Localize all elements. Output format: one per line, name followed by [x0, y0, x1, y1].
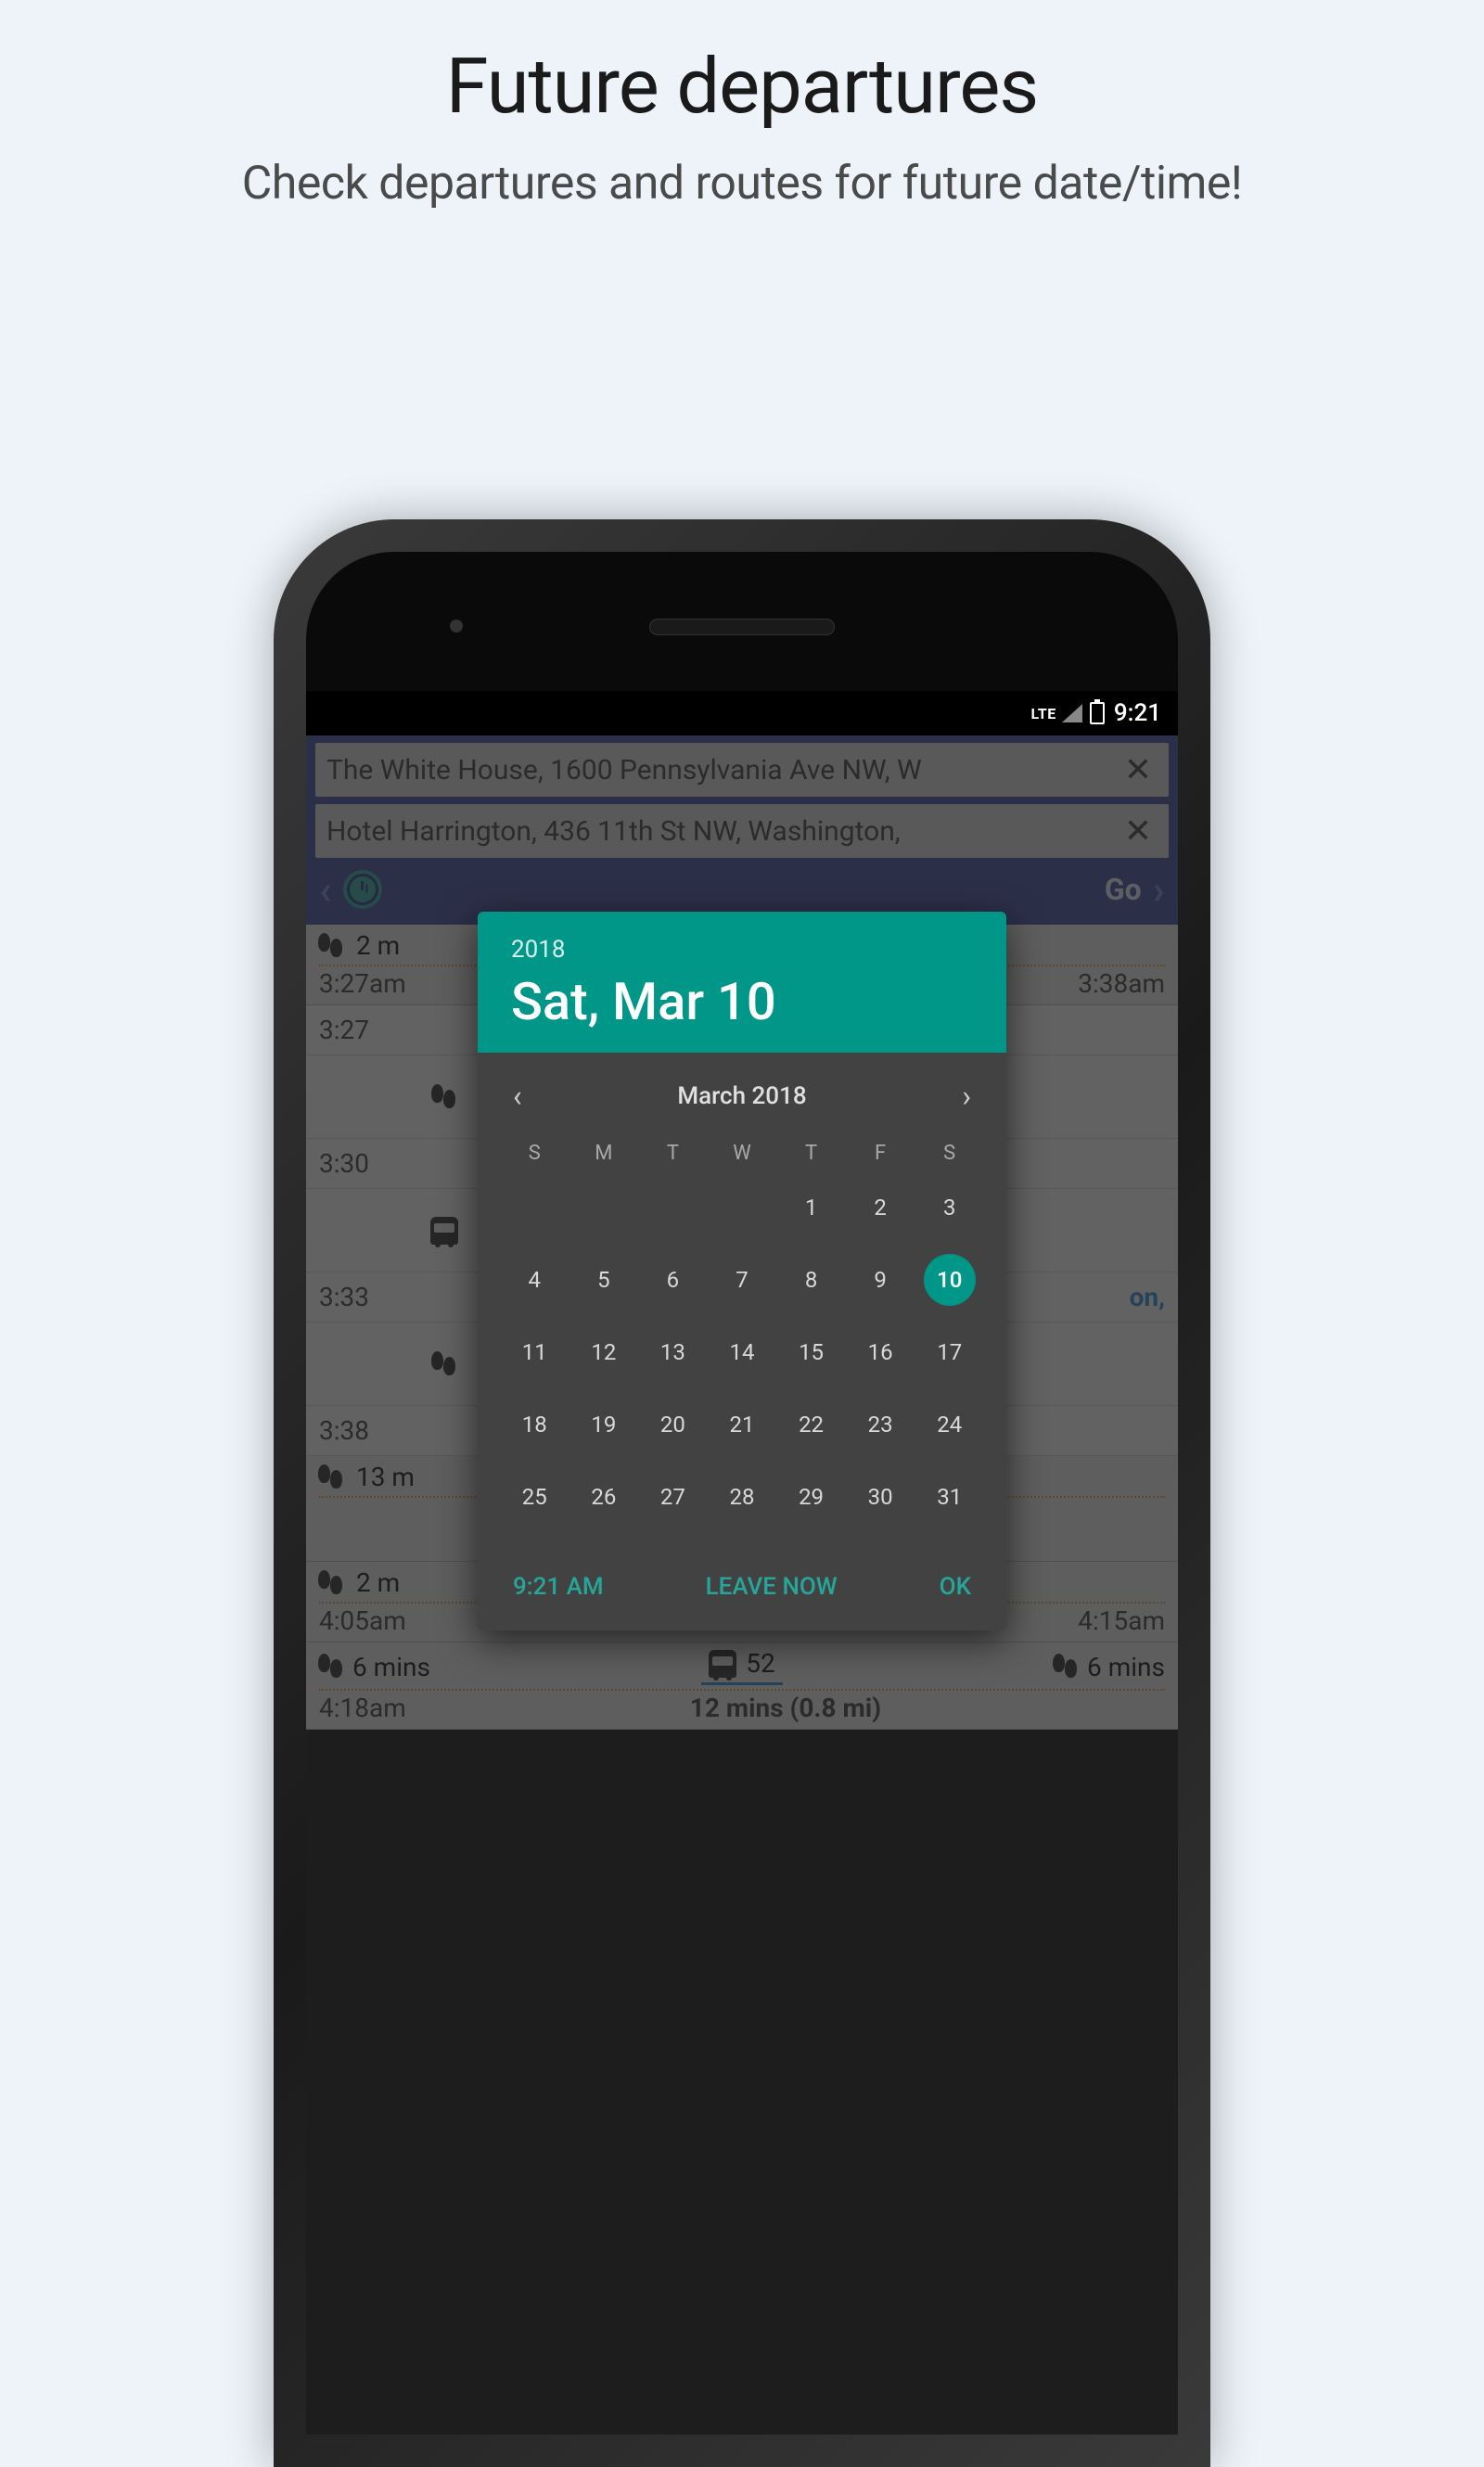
calendar-day[interactable]: 19	[569, 1397, 639, 1452]
calendar-day[interactable]: 6	[638, 1252, 708, 1308]
calendar-day[interactable]: 26	[569, 1469, 639, 1525]
weekday-label: W	[708, 1142, 777, 1165]
status-time: 9:21	[1114, 699, 1161, 727]
empty-day	[638, 1180, 708, 1235]
calendar-day[interactable]: 8	[776, 1252, 846, 1308]
calendar-day[interactable]: 1	[776, 1180, 846, 1235]
picker-selected-date: Sat, Mar 10	[511, 971, 973, 1032]
empty-day	[569, 1180, 639, 1235]
calendar-day[interactable]: 7	[708, 1252, 777, 1308]
calendar-month: March 2018	[677, 1082, 806, 1110]
calendar-day[interactable]: 23	[846, 1397, 915, 1452]
prev-month-icon[interactable]: ‹	[513, 1079, 522, 1114]
calendar-day[interactable]: 21	[708, 1397, 777, 1452]
calendar-day[interactable]: 3	[915, 1180, 984, 1235]
weekday-header: SMTWTFS	[478, 1132, 1006, 1180]
phone-frame: LTE 9:21 The White House, 1600 Pennsylva…	[274, 519, 1210, 2467]
date-picker: 2018 Sat, Mar 10 ‹ March 2018 › SMTWTFS …	[478, 912, 1006, 1630]
picker-year[interactable]: 2018	[511, 936, 973, 964]
calendar-day[interactable]: 11	[500, 1324, 569, 1380]
calendar-day[interactable]: 4	[500, 1252, 569, 1308]
calendar-day[interactable]: 20	[638, 1397, 708, 1452]
picker-header: 2018 Sat, Mar 10	[478, 912, 1006, 1053]
calendar-day[interactable]: 14	[708, 1324, 777, 1380]
weekday-label: F	[846, 1142, 915, 1165]
calendar-day[interactable]: 16	[846, 1324, 915, 1380]
calendar-day[interactable]: 5	[569, 1252, 639, 1308]
calendar-day[interactable]: 2	[846, 1180, 915, 1235]
weekday-label: T	[638, 1142, 708, 1165]
camera-icon	[450, 620, 463, 633]
calendar-day[interactable]: 25	[500, 1469, 569, 1525]
weekday-label: S	[500, 1142, 569, 1165]
promo-title: Future departures	[0, 0, 1484, 155]
leave-now-button[interactable]: LEAVE NOW	[706, 1573, 838, 1601]
empty-day	[500, 1180, 569, 1235]
calendar-day[interactable]: 18	[500, 1397, 569, 1452]
weekday-label: T	[776, 1142, 846, 1165]
calendar-day[interactable]: 28	[708, 1469, 777, 1525]
next-month-icon[interactable]: ›	[962, 1079, 971, 1114]
calendar-day[interactable]: 31	[915, 1469, 984, 1525]
speaker-icon	[649, 619, 835, 635]
calendar-grid: 1234567891011121314151617181920212223242…	[478, 1180, 1006, 1547]
empty-day	[708, 1180, 777, 1235]
status-bar: LTE 9:21	[306, 691, 1178, 735]
calendar-day[interactable]: 13	[638, 1324, 708, 1380]
calendar-day[interactable]: 12	[569, 1324, 639, 1380]
time-button[interactable]: 9:21 AM	[513, 1573, 604, 1601]
promo-subtitle: Check departures and routes for future d…	[0, 155, 1484, 213]
network-indicator: LTE	[1031, 705, 1056, 722]
calendar-day[interactable]: 15	[776, 1324, 846, 1380]
weekday-label: S	[915, 1142, 984, 1165]
ok-button[interactable]: OK	[940, 1573, 971, 1601]
calendar-day[interactable]: 17	[915, 1324, 984, 1380]
battery-icon	[1090, 702, 1105, 724]
calendar-day[interactable]: 27	[638, 1469, 708, 1525]
calendar-day[interactable]: 9	[846, 1252, 915, 1308]
calendar-day[interactable]: 10	[924, 1254, 976, 1306]
signal-icon	[1062, 704, 1082, 722]
modal-overlay[interactable]: 2018 Sat, Mar 10 ‹ March 2018 › SMTWTFS …	[306, 735, 1178, 2435]
calendar-day[interactable]: 30	[846, 1469, 915, 1525]
weekday-label: M	[569, 1142, 639, 1165]
calendar-day[interactable]: 29	[776, 1469, 846, 1525]
calendar-day[interactable]: 22	[776, 1397, 846, 1452]
calendar-day[interactable]: 24	[915, 1397, 984, 1452]
